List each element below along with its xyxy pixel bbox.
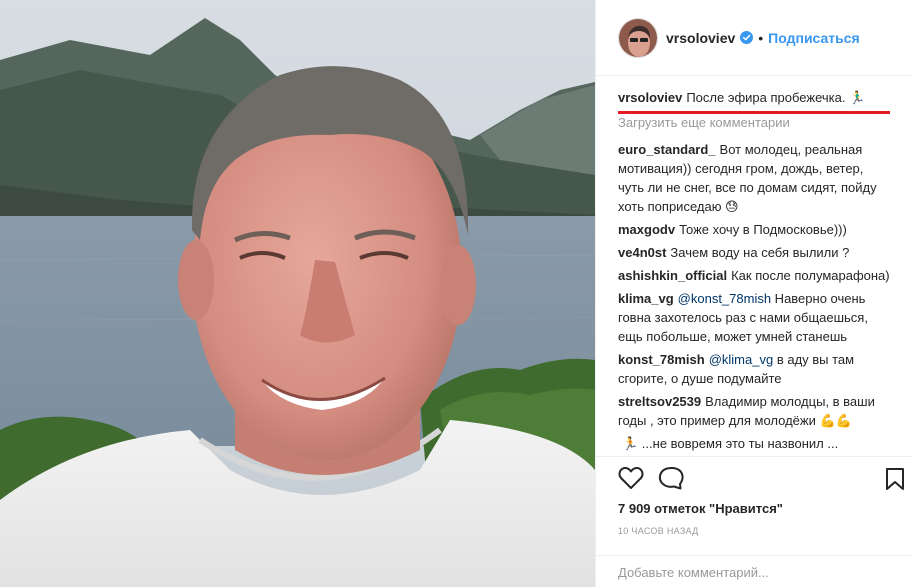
comment-mention[interactable]: @konst_78mish <box>678 291 771 306</box>
heart-icon[interactable] <box>618 466 644 490</box>
comment-text: Как после полумарафона) <box>731 268 890 283</box>
comment-text: Зачем воду на себя вылили ? <box>670 245 850 260</box>
bookmark-icon[interactable] <box>884 467 906 491</box>
comment-text: Тоже хочу в Подмосковье))) <box>679 222 847 237</box>
post-timestamp[interactable]: 10 ЧАСОВ НАЗАД <box>618 526 699 536</box>
red-underline-annotation <box>618 111 890 114</box>
post-caption: vrsoloviev После эфира пробежечка. 🏃‍♂️ <box>618 88 890 114</box>
comment-mention[interactable]: @klima_vg <box>709 352 774 367</box>
action-icons <box>618 466 684 490</box>
follow-button[interactable]: Подписаться <box>768 30 860 46</box>
comment-username[interactable]: maxgodv <box>618 222 675 237</box>
likes-count[interactable]: 7 909 отметок "Нравится" <box>618 501 783 516</box>
list-item: klima_vg @konst_78mish Наверно очень говн… <box>618 289 890 346</box>
comment-username[interactable]: konst_78mish <box>618 352 705 367</box>
comment-username[interactable]: euro_standard_ <box>618 142 716 157</box>
comment-username[interactable]: ashishkin_official <box>618 268 727 283</box>
comment-icon[interactable] <box>658 466 684 490</box>
header-username[interactable]: vrsoloviev <box>666 30 735 46</box>
comment-text: 🏃 ...не вовремя это ты назвонил ... <box>622 436 839 451</box>
comment-username[interactable]: klima_vg <box>618 291 674 306</box>
comment-username[interactable]: streltsov2539 <box>618 394 701 409</box>
post-sidebar: vrsoloviev • Подписаться vrsoloviev После… <box>595 0 913 587</box>
post-actions: 7 909 отметок "Нравится" 10 ЧАСОВ НАЗАД … <box>596 456 913 587</box>
comments-list[interactable]: vrsoloviev После эфира пробежечка. 🏃‍♂️ З… <box>618 88 890 456</box>
add-comment-input[interactable]: Добавьте комментарий... <box>596 555 913 587</box>
list-item: ashishkin_official Как после полумарафона… <box>618 266 890 285</box>
caption-text: После эфира пробежечка. 🏃‍♂️ <box>686 90 866 105</box>
list-item: streltsov2539 Владимир молодцы, в ваши го… <box>618 392 890 430</box>
list-item: maxgodv Тоже хочу в Подмосковье))) <box>618 220 890 239</box>
list-item: euro_standard_ Вот молодец, реальная моти… <box>618 140 890 216</box>
avatar[interactable] <box>618 17 658 58</box>
verified-badge-icon <box>740 31 754 44</box>
comment-username[interactable]: ve4n0st <box>618 245 666 260</box>
list-item: 🏃 ...не вовремя это ты назвонил ... <box>618 434 890 453</box>
header-separator: • <box>758 29 764 46</box>
list-item: ve4n0st Зачем воду на себя вылили ? <box>618 243 890 262</box>
post-header: vrsoloviev • Подписаться <box>596 0 913 76</box>
list-item: konst_78mish @klima_vg в аду вы там сгори… <box>618 350 890 388</box>
load-more-comments-button[interactable]: Загрузить еще комментарии <box>618 113 890 132</box>
caption-username[interactable]: vrsoloviev <box>618 90 682 105</box>
selfie-lake-mountains-image <box>0 0 595 587</box>
post-photo[interactable] <box>0 0 595 587</box>
